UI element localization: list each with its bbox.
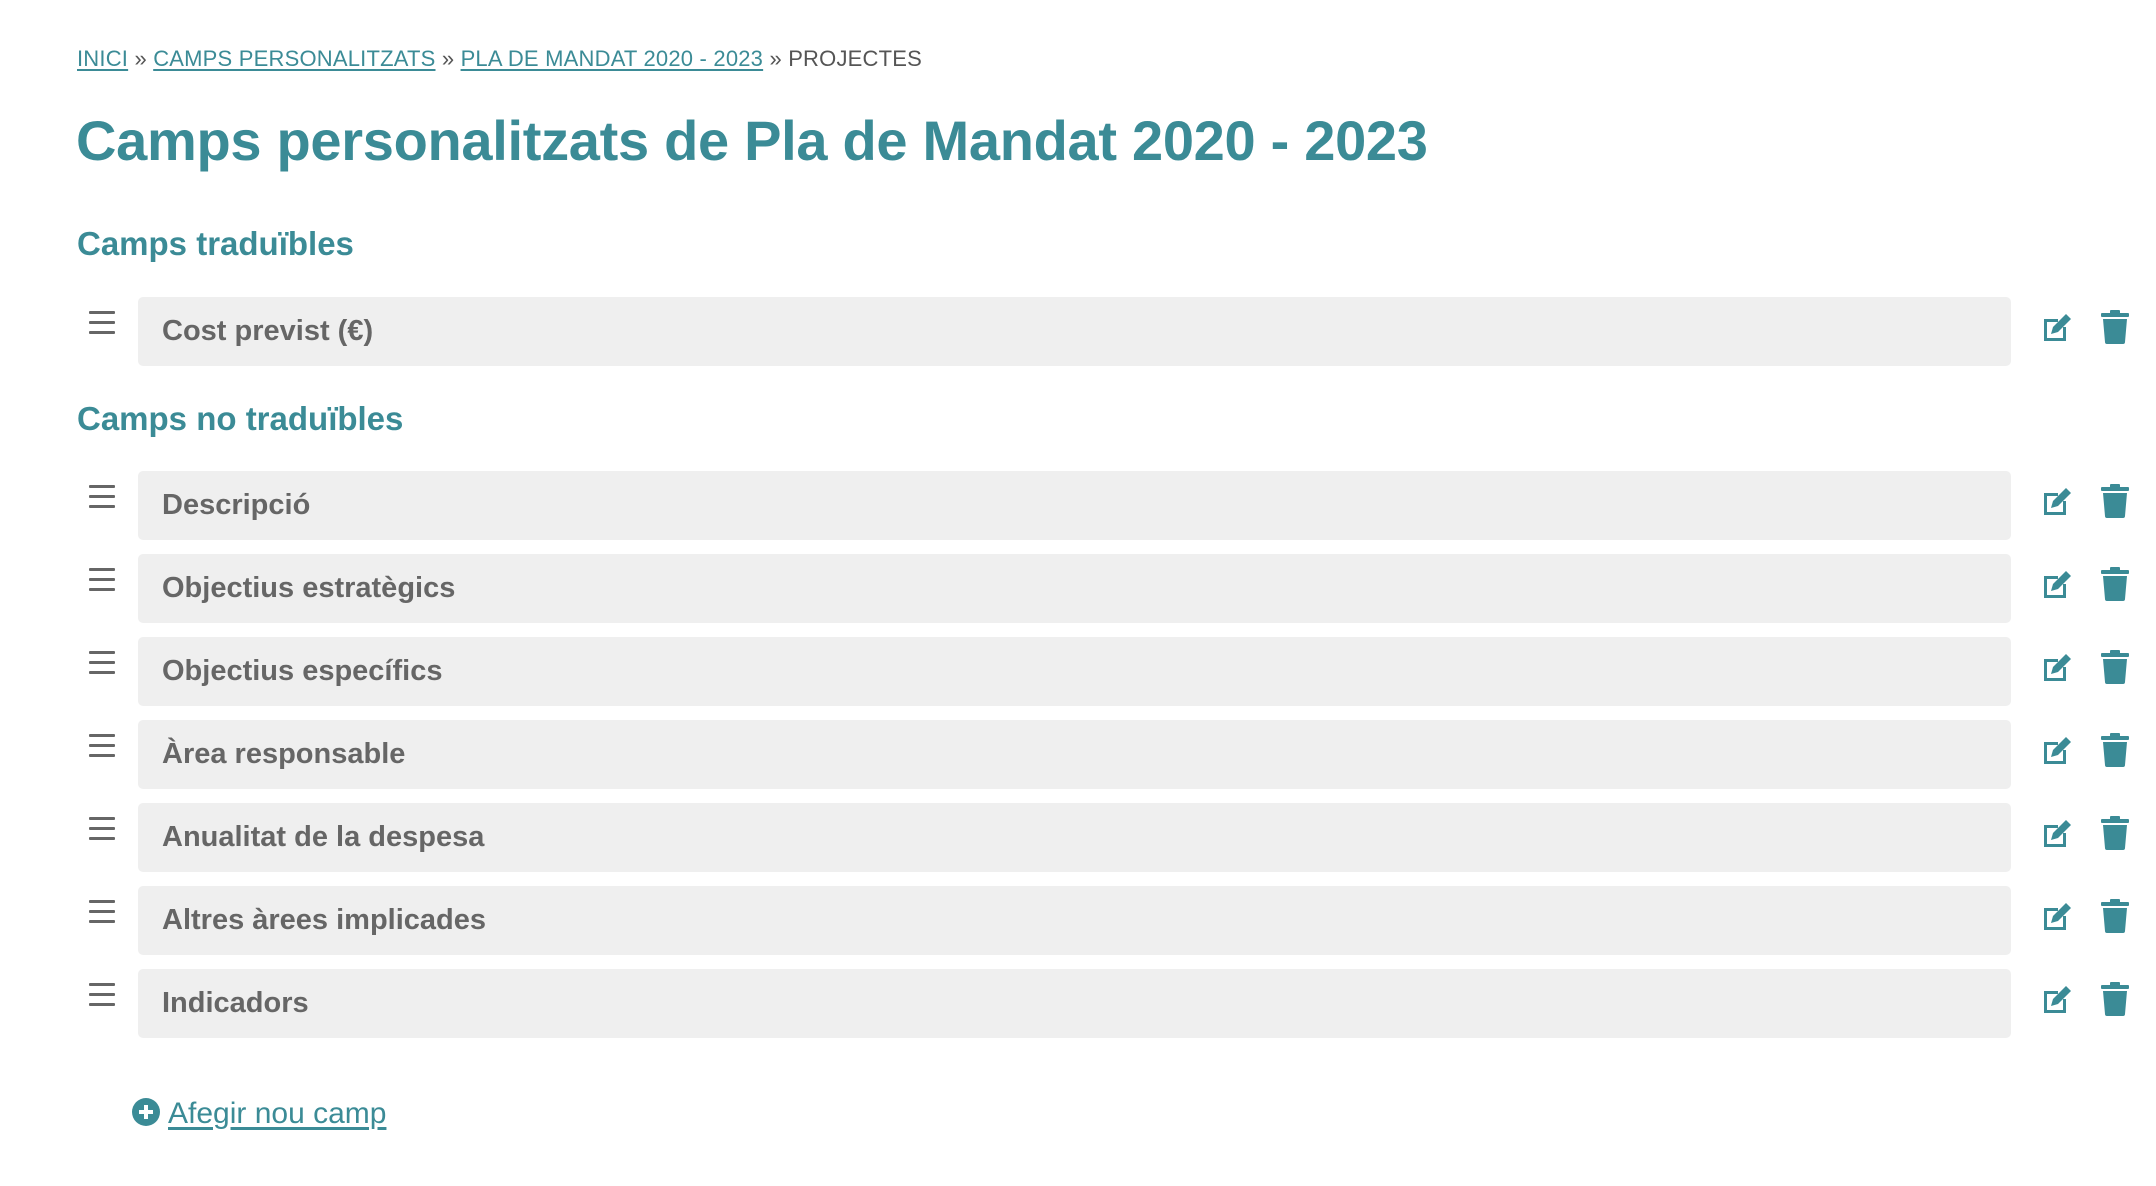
trash-icon[interactable] (2101, 484, 2129, 518)
trash-icon[interactable] (2101, 899, 2129, 933)
field-row: Cost previst (€) (77, 297, 2147, 366)
drag-handle-icon[interactable] (89, 983, 115, 1009)
trash-icon[interactable] (2101, 982, 2129, 1016)
edit-icon[interactable] (2040, 651, 2074, 685)
trash-icon[interactable] (2101, 816, 2129, 850)
drag-handle-icon[interactable] (89, 817, 115, 843)
field-row: Àrea responsable (77, 720, 2147, 789)
translatable-section-title: Camps traduïbles (77, 225, 354, 262)
field-row: Indicadors (77, 969, 2147, 1038)
breadcrumb-plan-link[interactable]: PLA DE MANDAT 2020 - 2023 (461, 46, 764, 71)
field-label[interactable]: Descripció (138, 471, 2011, 540)
field-label[interactable]: Objectius estratègics (138, 554, 2011, 623)
field-row: Objectius específics (77, 637, 2147, 706)
non-translatable-section-title: Camps no traduïbles (77, 400, 404, 437)
field-row: Altres àrees implicades (77, 886, 2147, 955)
breadcrumb-separator: » (134, 46, 147, 71)
field-label[interactable]: Àrea responsable (138, 720, 2011, 789)
field-label[interactable]: Indicadors (138, 969, 2011, 1038)
page-title: Camps personalitzats de Pla de Mandat 20… (76, 109, 1428, 172)
field-row: Anualitat de la despesa (77, 803, 2147, 872)
field-label[interactable]: Cost previst (€) (138, 297, 2011, 366)
page: INICI » CAMPS PERSONALITZATS » PLA DE MA… (0, 0, 2156, 1186)
drag-handle-icon[interactable] (89, 311, 115, 337)
edit-icon[interactable] (2040, 485, 2074, 519)
edit-icon[interactable] (2040, 734, 2074, 768)
edit-icon[interactable] (2040, 900, 2074, 934)
drag-handle-icon[interactable] (89, 734, 115, 760)
plus-circle-icon (132, 1098, 160, 1126)
field-label[interactable]: Objectius específics (138, 637, 2011, 706)
edit-icon[interactable] (2040, 568, 2074, 602)
edit-icon[interactable] (2040, 817, 2074, 851)
add-field-button[interactable]: Afegir nou camp (132, 1097, 386, 1131)
drag-handle-icon[interactable] (89, 485, 115, 511)
trash-icon[interactable] (2101, 310, 2129, 344)
field-row: Objectius estratègics (77, 554, 2147, 623)
breadcrumb-separator: » (441, 46, 455, 71)
edit-icon[interactable] (2040, 983, 2074, 1017)
drag-handle-icon[interactable] (89, 568, 115, 594)
breadcrumb: INICI » CAMPS PERSONALITZATS » PLA DE MA… (77, 46, 922, 72)
breadcrumb-current: PROJECTES (788, 46, 923, 71)
field-row: Descripció (77, 471, 2147, 540)
trash-icon[interactable] (2101, 733, 2129, 767)
edit-icon[interactable] (2040, 311, 2074, 345)
field-label[interactable]: Altres àrees implicades (138, 886, 2011, 955)
drag-handle-icon[interactable] (89, 651, 115, 677)
drag-handle-icon[interactable] (89, 900, 115, 926)
trash-icon[interactable] (2101, 567, 2129, 601)
trash-icon[interactable] (2101, 650, 2129, 684)
breadcrumb-home-link[interactable]: INICI (77, 46, 128, 71)
field-label[interactable]: Anualitat de la despesa (138, 803, 2011, 872)
breadcrumb-separator: » (769, 46, 782, 71)
add-field-label: Afegir nou camp (168, 1097, 387, 1130)
breadcrumb-custom-fields-link[interactable]: CAMPS PERSONALITZATS (153, 46, 435, 71)
